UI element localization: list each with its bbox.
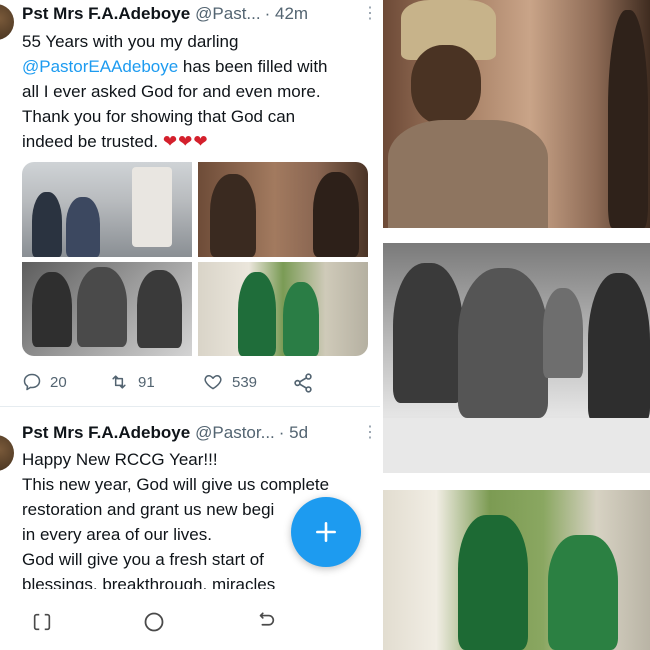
tweet-text-line: This new year, God will give us complete — [22, 475, 330, 494]
tweet-text-fragment: indeed be trusted. — [22, 132, 163, 151]
recent-apps-icon — [33, 613, 51, 631]
author-name[interactable]: Pst Mrs F.A.Adeboye — [22, 423, 190, 443]
home-circle-icon — [144, 612, 164, 632]
recent-apps-button[interactable] — [30, 610, 54, 634]
collage-photo-3 — [383, 490, 650, 650]
home-button[interactable] — [142, 610, 166, 634]
share-icon — [294, 373, 312, 393]
tweet-text-line: blessings, breakthrough, miracles — [22, 575, 276, 589]
tweet-text-line: @PastorEAAdeboye has been filled with — [22, 54, 372, 79]
photo-collage — [380, 0, 650, 650]
tweet-time[interactable]: · 42m — [265, 4, 308, 24]
author-handle[interactable]: @Past... — [195, 4, 260, 24]
tweet-photo-4[interactable] — [198, 262, 368, 356]
tweet-actions: 20 91 539 — [22, 372, 362, 394]
collage-photo-2 — [383, 243, 650, 473]
tweet-text-line: indeed be trusted. ❤❤❤ — [22, 129, 372, 154]
avatar[interactable] — [0, 4, 14, 40]
more-vertical-icon[interactable]: ⋮ — [362, 422, 372, 444]
tweet-text-line: Happy New RCCG Year!!! — [22, 450, 218, 469]
collage-photo-1 — [383, 0, 650, 228]
tweet-time[interactable]: · 5d — [279, 423, 308, 443]
like-button[interactable]: 539 — [202, 372, 257, 392]
retweet-icon — [112, 375, 126, 389]
mention-link[interactable]: @PastorEAAdeboye — [22, 57, 178, 76]
back-button[interactable] — [254, 610, 278, 634]
avatar[interactable] — [0, 435, 14, 471]
plus-icon — [316, 522, 336, 542]
tweet-1[interactable]: Pst Mrs F.A.Adeboye @Past... · 42m ⋮ 55 … — [0, 0, 380, 406]
tweet-text-fragment: has been filled with — [178, 57, 328, 76]
author-name[interactable]: Pst Mrs F.A.Adeboye — [22, 4, 190, 24]
tweet-text-line: Thank you for showing that God can — [22, 107, 296, 126]
tweet-text-line: 55 Years with you my darling — [22, 32, 239, 51]
tweet-text: 55 Years with you my darling @PastorEAAd… — [22, 29, 372, 154]
tweet-header: Pst Mrs F.A.Adeboye @Pastor... · 5d ⋮ — [22, 422, 372, 444]
tweet-header: Pst Mrs F.A.Adeboye @Past... · 42m ⋮ — [22, 3, 372, 25]
tweet-text-line: all I ever asked God for and even more. — [22, 82, 321, 101]
retweet-button[interactable]: 91 — [108, 372, 155, 392]
reply-count: 20 — [50, 373, 67, 391]
like-count: 539 — [232, 373, 258, 391]
more-vertical-icon[interactable]: ⋮ — [362, 3, 372, 25]
tweet-photo-3[interactable] — [22, 262, 192, 356]
heart-emoji: ❤❤❤ — [162, 132, 209, 151]
back-icon — [259, 612, 275, 626]
twitter-screenshot: Pst Mrs F.A.Adeboye @Past... · 42m ⋮ 55 … — [0, 0, 380, 650]
reply-icon — [23, 373, 41, 391]
tweet-text-fragment: restoration and grant us new begi — [22, 500, 275, 519]
heart-icon — [204, 375, 222, 390]
reply-button[interactable]: 20 — [22, 372, 67, 392]
author-handle[interactable]: @Pastor... — [195, 423, 275, 443]
compose-button[interactable] — [291, 497, 361, 567]
retweet-count: 91 — [138, 373, 155, 391]
android-nav-bar — [0, 598, 380, 650]
tweet-photo-1[interactable] — [22, 162, 192, 257]
tweet-media-grid[interactable] — [22, 162, 368, 356]
tweet-photo-2[interactable] — [198, 162, 368, 257]
share-button[interactable] — [292, 372, 322, 394]
